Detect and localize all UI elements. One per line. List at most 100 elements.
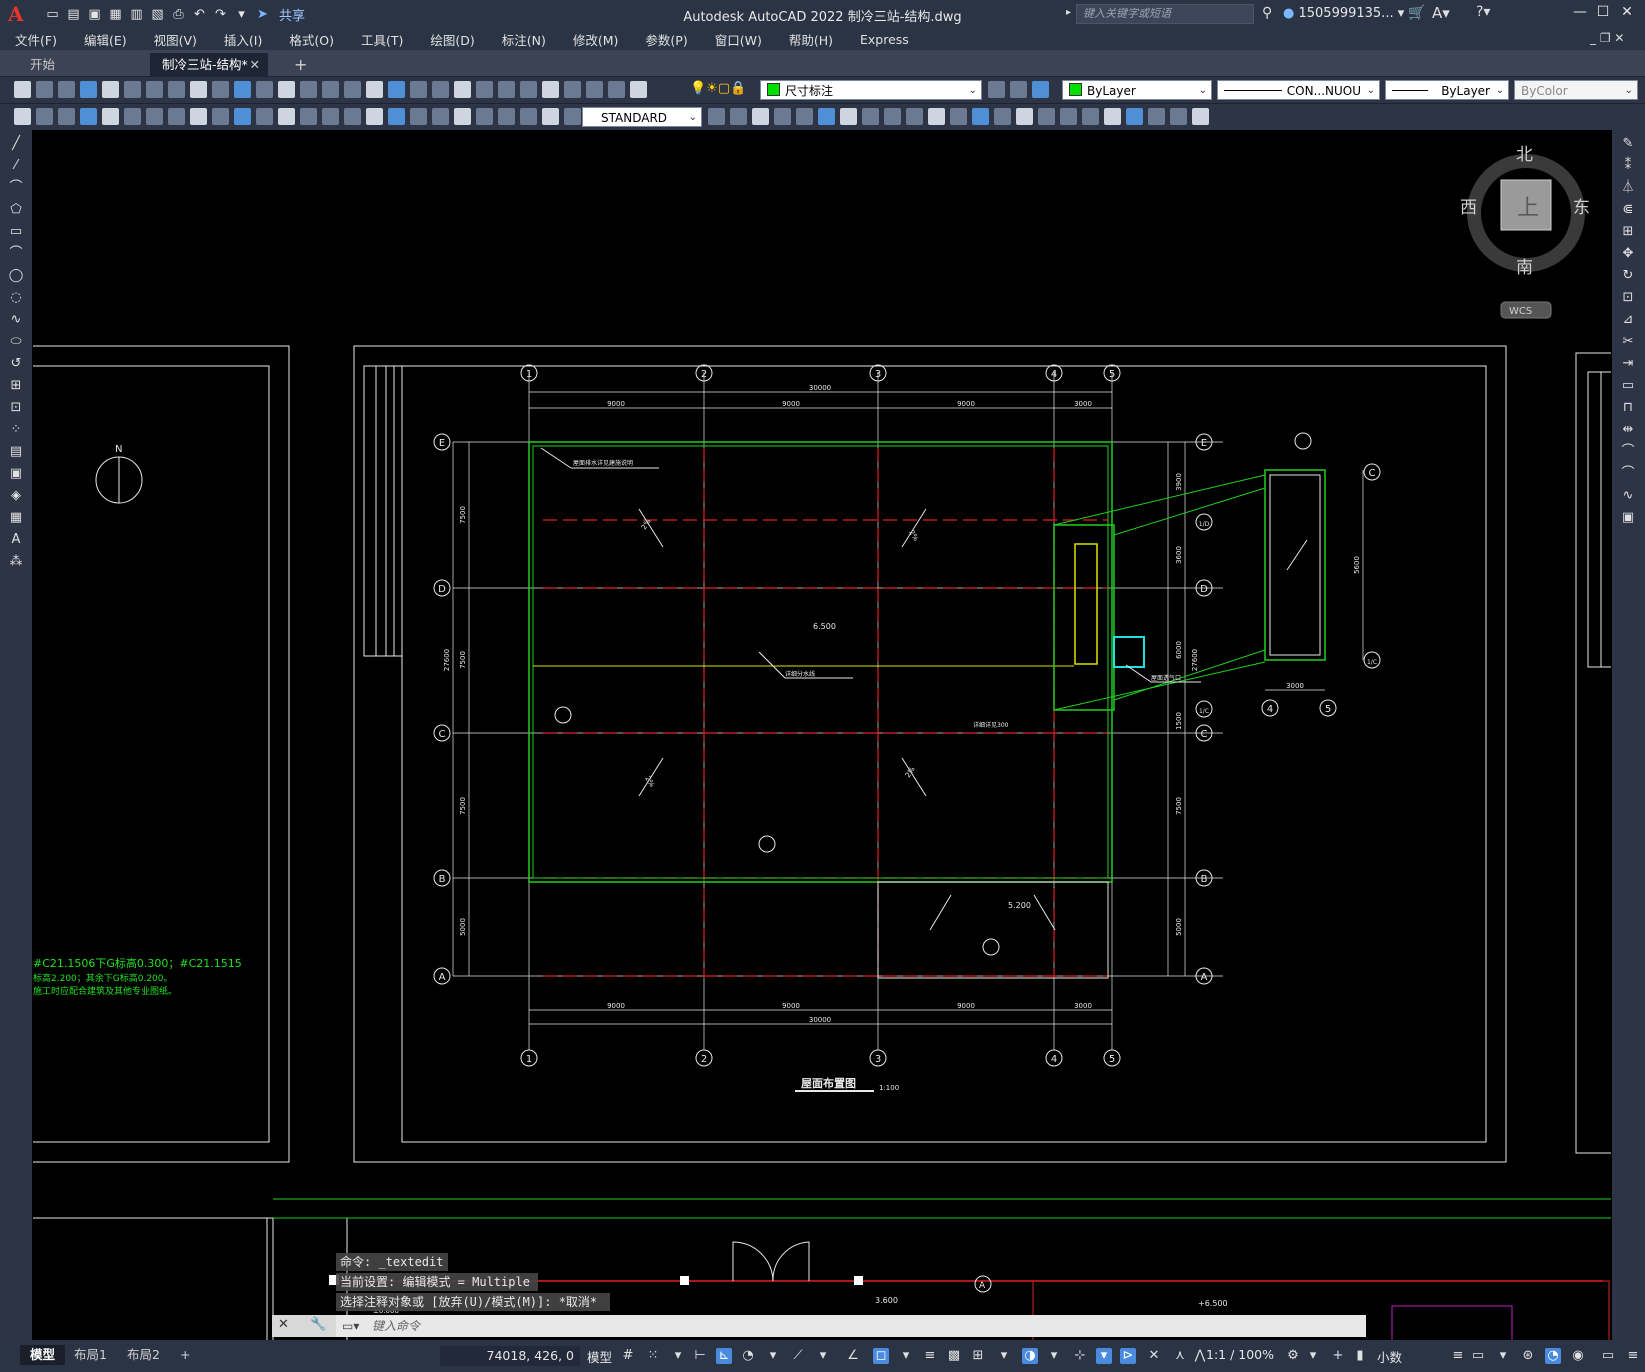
status-toggle-icon[interactable]: ⊞ xyxy=(970,1348,986,1364)
toolbar-tool-icon[interactable] xyxy=(432,108,449,125)
user-account[interactable]: ● 1505999135... ▾ xyxy=(1283,6,1404,21)
toolbar-tool-icon[interactable] xyxy=(58,108,75,125)
toolbar-tool-icon[interactable] xyxy=(36,81,53,98)
status-tool-icon[interactable]: ▾ xyxy=(1305,1348,1321,1364)
draw-tool-icon[interactable]: ▣ xyxy=(8,466,24,482)
toolbar-tool-icon[interactable] xyxy=(168,108,185,125)
tab-model[interactable]: 模型 xyxy=(20,1345,66,1365)
status-toggle-icon[interactable]: ⊹ xyxy=(1072,1348,1088,1364)
status-toggle-icon[interactable]: ⋀ xyxy=(1192,1348,1208,1364)
tab-drawing[interactable]: 制冷三站-结构* ✕ xyxy=(150,53,268,76)
toolbar-tool-icon[interactable] xyxy=(950,108,967,125)
modify-tool-icon[interactable]: ✂ xyxy=(1620,334,1636,350)
toolbar-tool-icon[interactable] xyxy=(410,81,427,98)
modify-tool-icon[interactable]: ▣ xyxy=(1620,510,1636,526)
toolbar-tool-icon[interactable] xyxy=(928,108,945,125)
close-icon[interactable]: ✕ xyxy=(278,1317,289,1332)
toolbar-tool-icon[interactable] xyxy=(476,108,493,125)
toolbar-tool-icon[interactable] xyxy=(146,108,163,125)
toolbar-tool-icon[interactable] xyxy=(1148,108,1165,125)
toolbar-tool-icon[interactable] xyxy=(840,108,857,125)
dropdown-icon[interactable]: ▾ xyxy=(233,6,250,22)
draw-tool-icon[interactable]: ◌ xyxy=(8,290,24,306)
menu-format[interactable]: 格式(O) xyxy=(274,30,346,49)
toolbar-tool-icon[interactable] xyxy=(432,81,449,98)
menu-window[interactable]: 窗口(W) xyxy=(700,30,774,49)
status-tool-icon[interactable]: ◔ xyxy=(1545,1348,1561,1364)
modify-tool-icon[interactable]: ↻ xyxy=(1620,268,1636,284)
toolbar-tool-icon[interactable] xyxy=(564,81,581,98)
toolbar-tool-icon[interactable] xyxy=(972,108,989,125)
menu-insert[interactable]: 插入(I) xyxy=(209,30,274,49)
toolbar-tool-icon[interactable] xyxy=(14,108,31,125)
toolbar-tool-icon[interactable] xyxy=(994,108,1011,125)
new-icon[interactable]: ▭ xyxy=(44,6,61,22)
viewcube[interactable]: 上 北 南 东 西 WCS xyxy=(1460,145,1590,319)
toolbar-tool-icon[interactable] xyxy=(454,81,471,98)
menu-draw[interactable]: 绘图(D) xyxy=(415,30,486,49)
modify-tool-icon[interactable]: ⊞ xyxy=(1620,224,1636,240)
draw-tool-icon[interactable]: ⌒ xyxy=(8,180,24,196)
toolbar-tool-icon[interactable] xyxy=(542,81,559,98)
toolbar-tool-icon[interactable] xyxy=(1038,108,1055,125)
undo-icon[interactable]: ↶ xyxy=(191,6,208,22)
cart-icon[interactable]: 🛒 xyxy=(1408,5,1425,21)
doc-restore-icon[interactable]: _ ❐ ✕ xyxy=(1590,31,1624,45)
toolbar-tool-icon[interactable] xyxy=(708,108,725,125)
toolbar-tool-icon[interactable] xyxy=(564,108,581,125)
draw-tool-icon[interactable]: ↺ xyxy=(8,356,24,372)
toolbar-tool-icon[interactable] xyxy=(586,81,603,98)
toolbar-tool-icon[interactable] xyxy=(476,81,493,98)
modify-tool-icon[interactable]: ⇥ xyxy=(1620,356,1636,372)
redo-icon[interactable]: ↷ xyxy=(212,6,229,22)
toolbar-tool-icon[interactable] xyxy=(884,108,901,125)
toolbar-tool-icon[interactable] xyxy=(410,108,427,125)
toolbar-tool-icon[interactable] xyxy=(388,81,405,98)
command-input[interactable]: ▭▾ 键入命令 xyxy=(336,1315,1366,1337)
toolbar-tool-icon[interactable] xyxy=(278,81,295,98)
status-tool-icon[interactable]: ▭ xyxy=(1470,1348,1486,1364)
tab-start[interactable]: 开始 xyxy=(18,53,148,76)
menu-view[interactable]: 视图(V) xyxy=(139,30,209,49)
toolbar-tool-icon[interactable] xyxy=(630,81,647,98)
layer-dropdown[interactable]: 尺寸标注 ⌄ xyxy=(760,80,982,100)
toolbar-tool-icon[interactable] xyxy=(146,81,163,98)
draw-tool-icon[interactable]: ◯ xyxy=(8,268,24,284)
toolbar-tool-icon[interactable] xyxy=(212,81,229,98)
share-button[interactable]: 共享 xyxy=(279,5,305,24)
draw-tool-icon[interactable]: ▭ xyxy=(8,224,24,240)
toolbar-tool-icon[interactable] xyxy=(366,108,383,125)
compass-west[interactable]: 西 xyxy=(1460,198,1477,218)
autocad-logo-icon[interactable]: A xyxy=(8,3,30,25)
units-dropdown[interactable]: 小数 xyxy=(1377,1347,1402,1366)
menu-edit[interactable]: 编辑(E) xyxy=(69,30,139,49)
grip-handle[interactable] xyxy=(680,1276,689,1285)
status-toggle-icon[interactable]: ▩ xyxy=(946,1348,962,1364)
compass-north[interactable]: 北 xyxy=(1516,145,1533,165)
toolbar-tool-icon[interactable] xyxy=(234,108,251,125)
status-toggle-icon[interactable]: ⊾ xyxy=(716,1348,732,1364)
text-style-dropdown[interactable]: STANDARD ⌄ xyxy=(582,107,702,127)
plot-preview-icon[interactable]: ▧ xyxy=(149,6,166,22)
status-toggle-icon[interactable]: ▾ xyxy=(1096,1348,1112,1364)
toolbar-tool-icon[interactable] xyxy=(58,81,75,98)
command-prompt-icon[interactable]: ▭▾ xyxy=(342,1315,359,1337)
menu-file[interactable]: 文件(F) xyxy=(0,30,69,49)
color-dropdown[interactable]: ByLayer ⌄ xyxy=(1062,80,1212,100)
new-tab-button[interactable]: + xyxy=(282,53,307,76)
draw-tool-icon[interactable]: ⁄ xyxy=(8,158,24,174)
draw-tool-icon[interactable]: A xyxy=(8,532,24,548)
toolbar-tool-icon[interactable] xyxy=(906,108,923,125)
status-toggle-icon[interactable]: ⟋ xyxy=(790,1348,806,1364)
modify-tool-icon[interactable]: ⊓ xyxy=(1620,400,1636,416)
toolbar-tool-icon[interactable] xyxy=(796,108,813,125)
modify-tool-icon[interactable]: ⊿ xyxy=(1620,312,1636,328)
modify-tool-icon[interactable]: ⊡ xyxy=(1620,290,1636,306)
close-icon[interactable]: ✕ xyxy=(1616,4,1638,24)
grip-handle[interactable] xyxy=(854,1276,863,1285)
minimize-icon[interactable]: — xyxy=(1569,4,1591,24)
modify-tool-icon[interactable]: ✥ xyxy=(1620,246,1636,262)
draw-tool-icon[interactable]: ▦ xyxy=(8,510,24,526)
toolbar-tool-icon[interactable] xyxy=(1060,108,1077,125)
toolbar-tool-icon[interactable] xyxy=(36,108,53,125)
